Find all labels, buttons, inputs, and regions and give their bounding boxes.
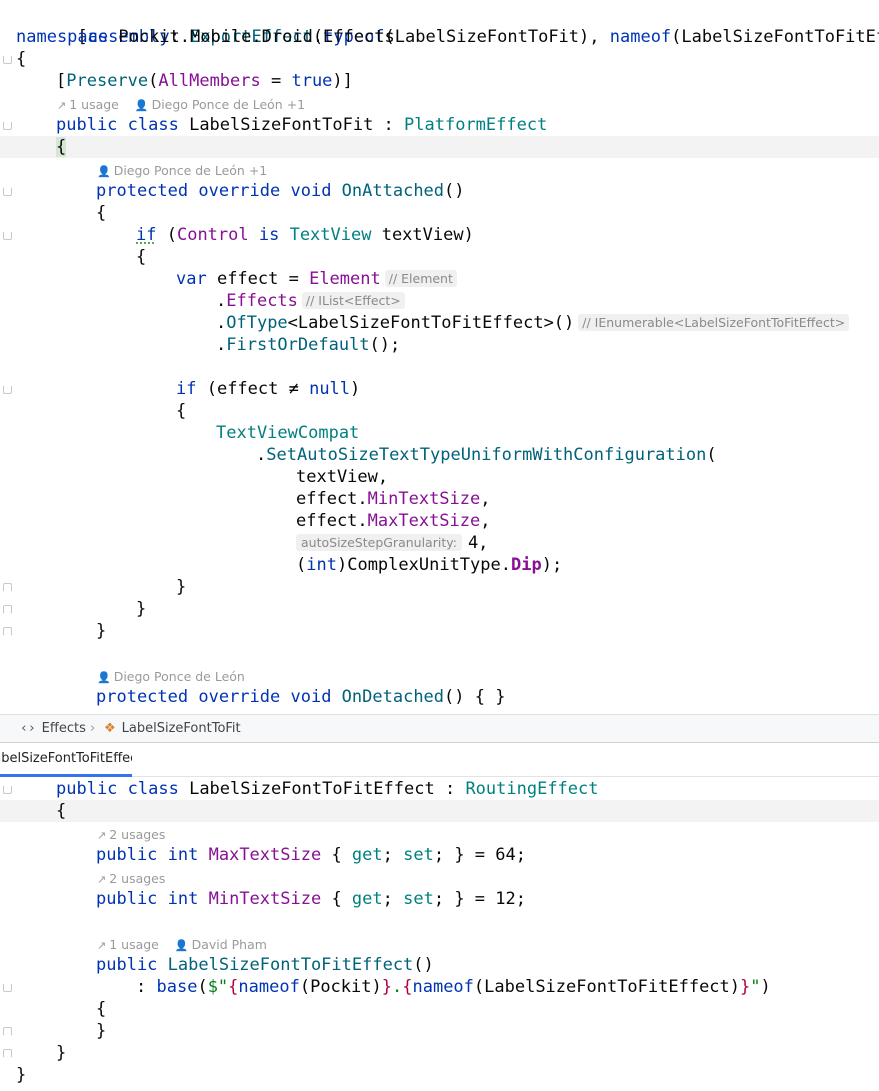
author-link[interactable]: Diego Ponce de León +1	[152, 97, 306, 112]
type-hint: // Element	[384, 270, 457, 287]
code-line-constructor[interactable]: public LabelSizeFontToFitEffect()	[0, 954, 879, 976]
tab-labelsizefonttofiteffect[interactable]: LabelSizeFontToFitEffect.cs ✕	[0, 743, 132, 777]
code-vision-hint[interactable]: ↗ 1 usage 👤 David Pham	[0, 934, 879, 954]
breadcrumb-namespace[interactable]: ‹› Effects	[20, 721, 86, 736]
code-line-arg[interactable]: (int)ComplexUnitType.Dip);	[0, 554, 879, 576]
code-line-if-null[interactable]: if (effect ≠ null)	[0, 378, 879, 400]
code-line-brace[interactable]: }	[0, 576, 879, 598]
code-vision-hint[interactable]: ↗ 2 usages	[0, 824, 879, 844]
code-vision-hint[interactable]: 👤 Diego Ponce de León	[0, 666, 879, 686]
fold-toggle-icon[interactable]	[3, 121, 12, 130]
parameter-name-hint: autoSizeStepGranularity:	[296, 534, 462, 551]
code-line-arg[interactable]: effect.MaxTextSize,	[0, 510, 879, 532]
code-line-brace[interactable]: }	[0, 1042, 879, 1064]
code-line-effects[interactable]: .Effects// IList<Effect>	[0, 290, 879, 312]
code-line-if[interactable]: if (Control is TextView textView)	[0, 224, 879, 246]
fold-toggle-icon[interactable]	[3, 983, 12, 992]
breadcrumb-separator-icon: ›	[90, 721, 96, 736]
fold-toggle-icon[interactable]	[3, 627, 12, 636]
usages-icon: ↗	[97, 829, 107, 842]
author-link[interactable]: Diego Ponce de León	[114, 669, 245, 684]
author-icon: 👤	[134, 99, 149, 112]
fold-toggle-icon[interactable]	[3, 605, 12, 614]
usages-link[interactable]: 2 usages	[109, 827, 165, 842]
fold-toggle-icon[interactable]	[3, 385, 12, 394]
author-icon: 👤	[97, 165, 111, 178]
breadcrumb: ‹› Effects › ❖ LabelSizeFontToFit	[0, 714, 879, 742]
fold-toggle-icon[interactable]	[3, 187, 12, 196]
code-line-brace[interactable]: {	[0, 202, 879, 224]
code-line-brace[interactable]: {	[0, 400, 879, 422]
fold-toggle-icon[interactable]	[3, 785, 12, 794]
code-line-oftype[interactable]: .OfType<LabelSizeFontToFitEffect>()// IE…	[0, 312, 879, 334]
code-line-onattached[interactable]: protected override void OnAttached()	[0, 180, 879, 202]
code-vision-hint[interactable]: ↗ 1 usage 👤 Diego Ponce de León +1	[0, 94, 879, 114]
code-line-class-brace[interactable]: {	[0, 800, 879, 822]
type-hint: // IList<Effect>	[301, 292, 405, 309]
code-line-mintextsize[interactable]: public int MinTextSize { get; set; } = 1…	[0, 888, 879, 910]
author-icon: 👤	[97, 671, 111, 684]
author-icon: 👤	[174, 939, 189, 952]
usages-link[interactable]: 2 usages	[109, 871, 165, 886]
author-link[interactable]: David Pham	[192, 937, 267, 952]
fold-toggle-icon[interactable]	[3, 1027, 12, 1036]
top-editor[interactable]: [assembly: ExportEffect(typeof(LabelSize…	[0, 0, 879, 714]
fold-toggle-icon[interactable]	[3, 1049, 12, 1058]
code-line-textviewcompat[interactable]: TextViewCompat	[0, 422, 879, 444]
usages-icon: ↗	[97, 873, 107, 886]
code-line-brace[interactable]: }	[0, 1064, 879, 1086]
class-icon: ❖	[104, 721, 116, 736]
code-line-brace[interactable]: }	[0, 598, 879, 620]
usages-link[interactable]: 1 usage	[109, 937, 159, 952]
code-line-namespace[interactable]: namespace Pockit.Mobile.Droid.Effects	[0, 26, 879, 48]
namespace-icon: ‹›	[20, 721, 36, 736]
code-line-firstordefault[interactable]: .FirstOrDefault();	[0, 334, 879, 356]
fold-toggle-icon[interactable]	[3, 231, 12, 240]
breadcrumb-class[interactable]: ❖ LabelSizeFontToFit	[104, 721, 241, 736]
code-line-brace[interactable]: }	[0, 620, 879, 642]
code-vision-hint[interactable]: ↗ 2 usages	[0, 868, 879, 888]
code-line-brace[interactable]: {	[0, 48, 879, 70]
code-line-base-call[interactable]: : base($"{nameof(Pockit)}.{nameof(LabelS…	[0, 976, 879, 998]
fold-toggle-icon[interactable]	[3, 583, 12, 592]
usages-link[interactable]: 1 usage	[69, 97, 119, 112]
code-line-brace[interactable]: {	[0, 998, 879, 1020]
code-line-maxtextsize[interactable]: public int MaxTextSize { get; set; } = 6…	[0, 844, 879, 866]
usages-icon: ↗	[97, 939, 107, 952]
editor-tab-bar: LabelSizeFontToFitEffect.cs ✕	[0, 742, 879, 777]
code-line-assembly[interactable]: [assembly: ExportEffect(typeof(LabelSize…	[0, 4, 879, 47]
code-line-class[interactable]: public class LabelSizeFontToFitEffect : …	[0, 778, 879, 800]
code-line-class[interactable]: public class LabelSizeFontToFit : Platfo…	[0, 114, 879, 136]
code-vision-hint[interactable]: 👤 Diego Ponce de León +1	[0, 160, 879, 180]
code-line-arg[interactable]: textView,	[0, 466, 879, 488]
code-line-var[interactable]: var effect = Element// Element	[0, 268, 879, 290]
type-hint: // IEnumerable<LabelSizeFontToFitEffect>	[578, 314, 850, 331]
code-line-setautosize[interactable]: .SetAutoSizeTextTypeUniformWithConfigura…	[0, 444, 879, 466]
code-line-arg[interactable]: effect.MinTextSize,	[0, 488, 879, 510]
code-line-arg[interactable]: autoSizeStepGranularity: 4,	[0, 532, 879, 554]
bottom-editor[interactable]: public class LabelSizeFontToFitEffect : …	[0, 777, 879, 1091]
code-line-preserve[interactable]: [Preserve(AllMembers = true)]	[0, 70, 879, 92]
code-line-brace[interactable]: }	[0, 1020, 879, 1042]
usages-icon: ↗	[57, 99, 67, 112]
code-line-class-brace[interactable]: {	[0, 136, 879, 158]
code-line-brace[interactable]: {	[0, 246, 879, 268]
author-link[interactable]: Diego Ponce de León +1	[114, 163, 268, 178]
code-line-ondetached[interactable]: protected override void OnDetached() { }	[0, 686, 879, 708]
